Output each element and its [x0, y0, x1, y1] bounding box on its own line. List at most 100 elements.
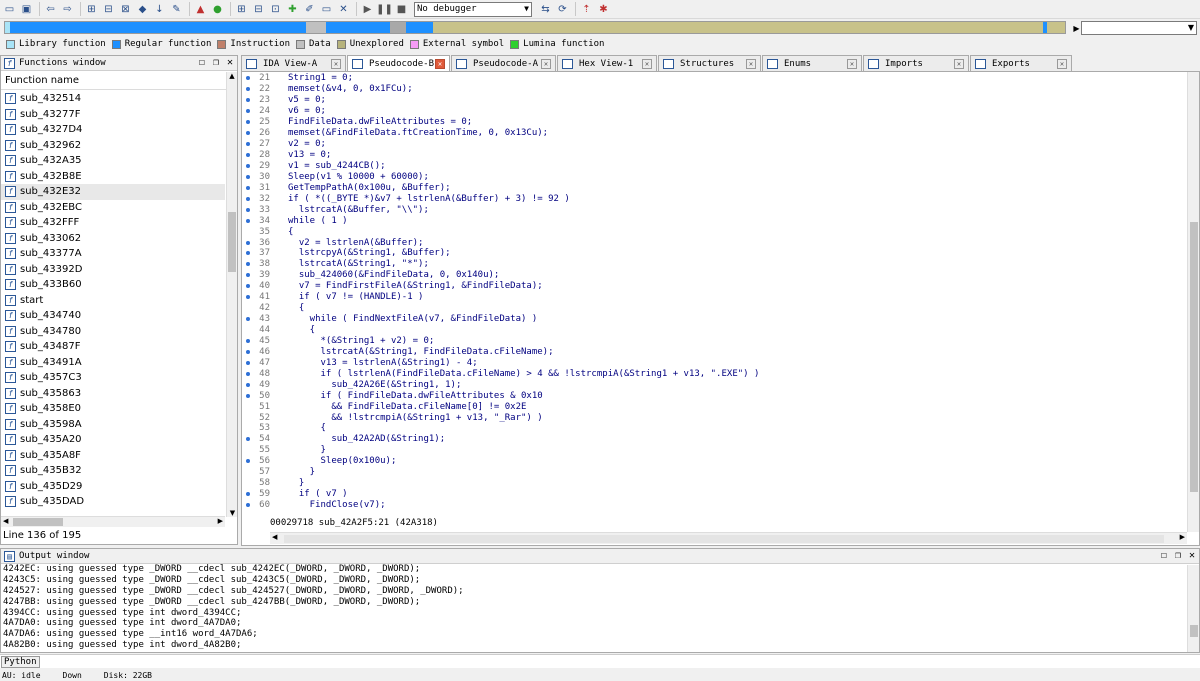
breakpoint-dot-icon[interactable]	[246, 338, 250, 343]
attach-icon[interactable]: ⇆	[538, 2, 553, 17]
breakpoint-dot-icon[interactable]	[246, 437, 250, 442]
scroll-down-icon[interactable]: ▼	[227, 509, 238, 517]
debug-trace-icon[interactable]: ✱	[596, 2, 611, 17]
function-list-item[interactable]: f sub_43377A	[1, 246, 225, 262]
breakpoint-dot-icon[interactable]	[246, 196, 250, 201]
breakpoint-dot-icon[interactable]	[246, 87, 250, 92]
scroll-thumb[interactable]	[13, 518, 63, 526]
debug-step-icon[interactable]: ⇡	[579, 2, 594, 17]
function-list-item[interactable]: f sub_433B60	[1, 277, 225, 293]
breakpoint-dot-icon[interactable]	[246, 207, 250, 212]
breakpoint-dot-icon[interactable]	[246, 371, 250, 376]
code-line[interactable]: 35 {	[242, 226, 1187, 237]
code-line[interactable]: 48 if ( lstrlenA(FindFileData.cFileName)…	[242, 368, 1187, 379]
scroll-left-icon[interactable]: ◀	[272, 533, 277, 541]
save-icon[interactable]: ▣	[19, 2, 34, 17]
breakpoint-dot-icon[interactable]	[246, 492, 250, 497]
breakpoint-dot-icon[interactable]	[246, 251, 250, 256]
navigation-combo[interactable]: ▼	[1081, 21, 1197, 35]
code-line[interactable]: 47 v13 = lstrlenA(&String1) - 4;	[242, 357, 1187, 368]
close-icon[interactable]: ✕	[541, 58, 551, 69]
restore-icon[interactable]: ❐	[1175, 550, 1181, 561]
function-list-item[interactable]: f sub_432EBC	[1, 200, 225, 216]
function-list-item[interactable]: f sub_435D29	[1, 479, 225, 495]
close-icon[interactable]: ✕	[336, 2, 351, 17]
python-input-row[interactable]: Python	[0, 654, 1200, 668]
code-line[interactable]: 32 if ( *((_BYTE *)&v7 + lstrlenA(&Buffer…	[242, 193, 1187, 204]
breakpoint-dot-icon[interactable]	[246, 131, 250, 136]
breakpoint-dot-icon[interactable]	[246, 349, 250, 354]
code-line[interactable]: 57 }	[242, 467, 1187, 478]
close-icon[interactable]: ✕	[847, 58, 857, 69]
code-line[interactable]: 41 if ( v7 != (HANDLE)-1 )	[242, 292, 1187, 303]
code-line[interactable]: 29 v1 = sub_4244CB();	[242, 161, 1187, 172]
breakpoint-icon[interactable]: ▭	[319, 2, 334, 17]
code-line[interactable]: 31 GetTempPathA(0x100u, &Buffer);	[242, 182, 1187, 193]
function-list-item[interactable]: f sub_435DAD	[1, 494, 225, 510]
breakpoint-dot-icon[interactable]	[246, 109, 250, 114]
tab-enums[interactable]: Enums ✕	[762, 55, 862, 71]
code-line[interactable]: 58 }	[242, 478, 1187, 489]
function-list-item[interactable]: f sub_43277F	[1, 107, 225, 123]
close-icon[interactable]: ✕	[227, 57, 233, 68]
tab-pseudocode-a[interactable]: Pseudocode-A ✕	[451, 55, 556, 71]
code-line[interactable]: 60 FindClose(v7);	[242, 500, 1187, 511]
breakpoint-dot-icon[interactable]	[246, 360, 250, 365]
code-line[interactable]: 22 memset(&v4, 0, 0x1FCu);	[242, 84, 1187, 95]
breakpoint-dot-icon[interactable]	[246, 459, 250, 464]
refresh-icon[interactable]: ⟳	[555, 2, 570, 17]
code-line[interactable]: 33 lstrcatA(&Buffer, "\\");	[242, 204, 1187, 215]
function-list-item[interactable]: f sub_43487F	[1, 339, 225, 355]
code-line[interactable]: 37 lstrcpyA(&String1, &Buffer);	[242, 248, 1187, 259]
breakpoint-dot-icon[interactable]	[246, 174, 250, 179]
code-line[interactable]: 42 {	[242, 303, 1187, 314]
scroll-thumb[interactable]	[228, 212, 236, 272]
function-list-item[interactable]: f sub_433062	[1, 231, 225, 247]
code-line[interactable]: 52 && !lstrcmpiA(&String1 + v13, "_Rar")…	[242, 412, 1187, 423]
forward-icon[interactable]: ⇨	[60, 2, 75, 17]
code-line[interactable]: 54 sub_42A2AD(&String1);	[242, 434, 1187, 445]
breakpoint-dot-icon[interactable]	[246, 503, 250, 508]
close-icon[interactable]: ✕	[435, 59, 445, 69]
bookmark-icon[interactable]: ◆	[135, 2, 150, 17]
code-line[interactable]: 46 lstrcatA(&String1, FindFileData.cFile…	[242, 346, 1187, 357]
code-line[interactable]: 40 v7 = FindFirstFileA(&String1, &FindFi…	[242, 281, 1187, 292]
code-line[interactable]: 34 while ( 1 )	[242, 215, 1187, 226]
code-line[interactable]: 30 Sleep(v1 % 10000 + 60000);	[242, 171, 1187, 182]
graph-icon[interactable]: ▲	[193, 2, 208, 17]
code-line[interactable]: 36 v2 = lstrlenA(&Buffer);	[242, 237, 1187, 248]
enum-icon[interactable]: ⊟	[251, 2, 266, 17]
jump-icon[interactable]: ↓	[152, 2, 167, 17]
breakpoint-dot-icon[interactable]	[246, 120, 250, 125]
breakpoint-dot-icon[interactable]	[246, 240, 250, 245]
text-search-icon[interactable]: ⊟	[101, 2, 116, 17]
play-icon[interactable]: ▶	[360, 2, 375, 17]
code-line[interactable]: 51 && FindFileData.cFileName[0] != 0x2E	[242, 401, 1187, 412]
function-list-item[interactable]: f sub_435863	[1, 386, 225, 402]
close-icon[interactable]: ✕	[1189, 550, 1195, 561]
functions-vertical-scrollbar[interactable]: ▲ ▼	[226, 72, 237, 517]
breakpoint-dot-icon[interactable]	[246, 185, 250, 190]
code-line[interactable]: 44 {	[242, 325, 1187, 336]
code-line[interactable]: 24 v6 = 0;	[242, 106, 1187, 117]
function-list-item[interactable]: f sub_432B8E	[1, 169, 225, 185]
tab-exports[interactable]: Exports ✕	[970, 55, 1072, 71]
restore-icon[interactable]: ❐	[213, 57, 219, 68]
navigation-band[interactable]	[4, 21, 1066, 34]
tab-structures[interactable]: Structures ✕	[658, 55, 761, 71]
output-vertical-scrollbar[interactable]	[1187, 565, 1199, 652]
breakpoint-dot-icon[interactable]	[246, 295, 250, 300]
code-line[interactable]: 43 while ( FindNextFileA(v7, &FindFileDa…	[242, 314, 1187, 325]
breakpoint-dot-icon[interactable]	[246, 273, 250, 278]
function-list-item[interactable]: f sub_432E32	[1, 184, 225, 200]
scroll-left-icon[interactable]: ◀	[3, 517, 8, 525]
code-line[interactable]: 56 Sleep(0x100u);	[242, 456, 1187, 467]
tab-pseudocode-b[interactable]: Pseudocode-B ✕	[347, 55, 450, 72]
breakpoint-dot-icon[interactable]	[246, 218, 250, 223]
binary-icon[interactable]: ⊞	[84, 2, 99, 17]
breakpoint-dot-icon[interactable]	[246, 382, 250, 387]
function-list-item[interactable]: f sub_4358E0	[1, 401, 225, 417]
tab-ida-view-a[interactable]: IDA View-A ✕	[241, 55, 346, 71]
function-list-item[interactable]: f sub_435B32	[1, 463, 225, 479]
breakpoint-dot-icon[interactable]	[246, 393, 250, 398]
